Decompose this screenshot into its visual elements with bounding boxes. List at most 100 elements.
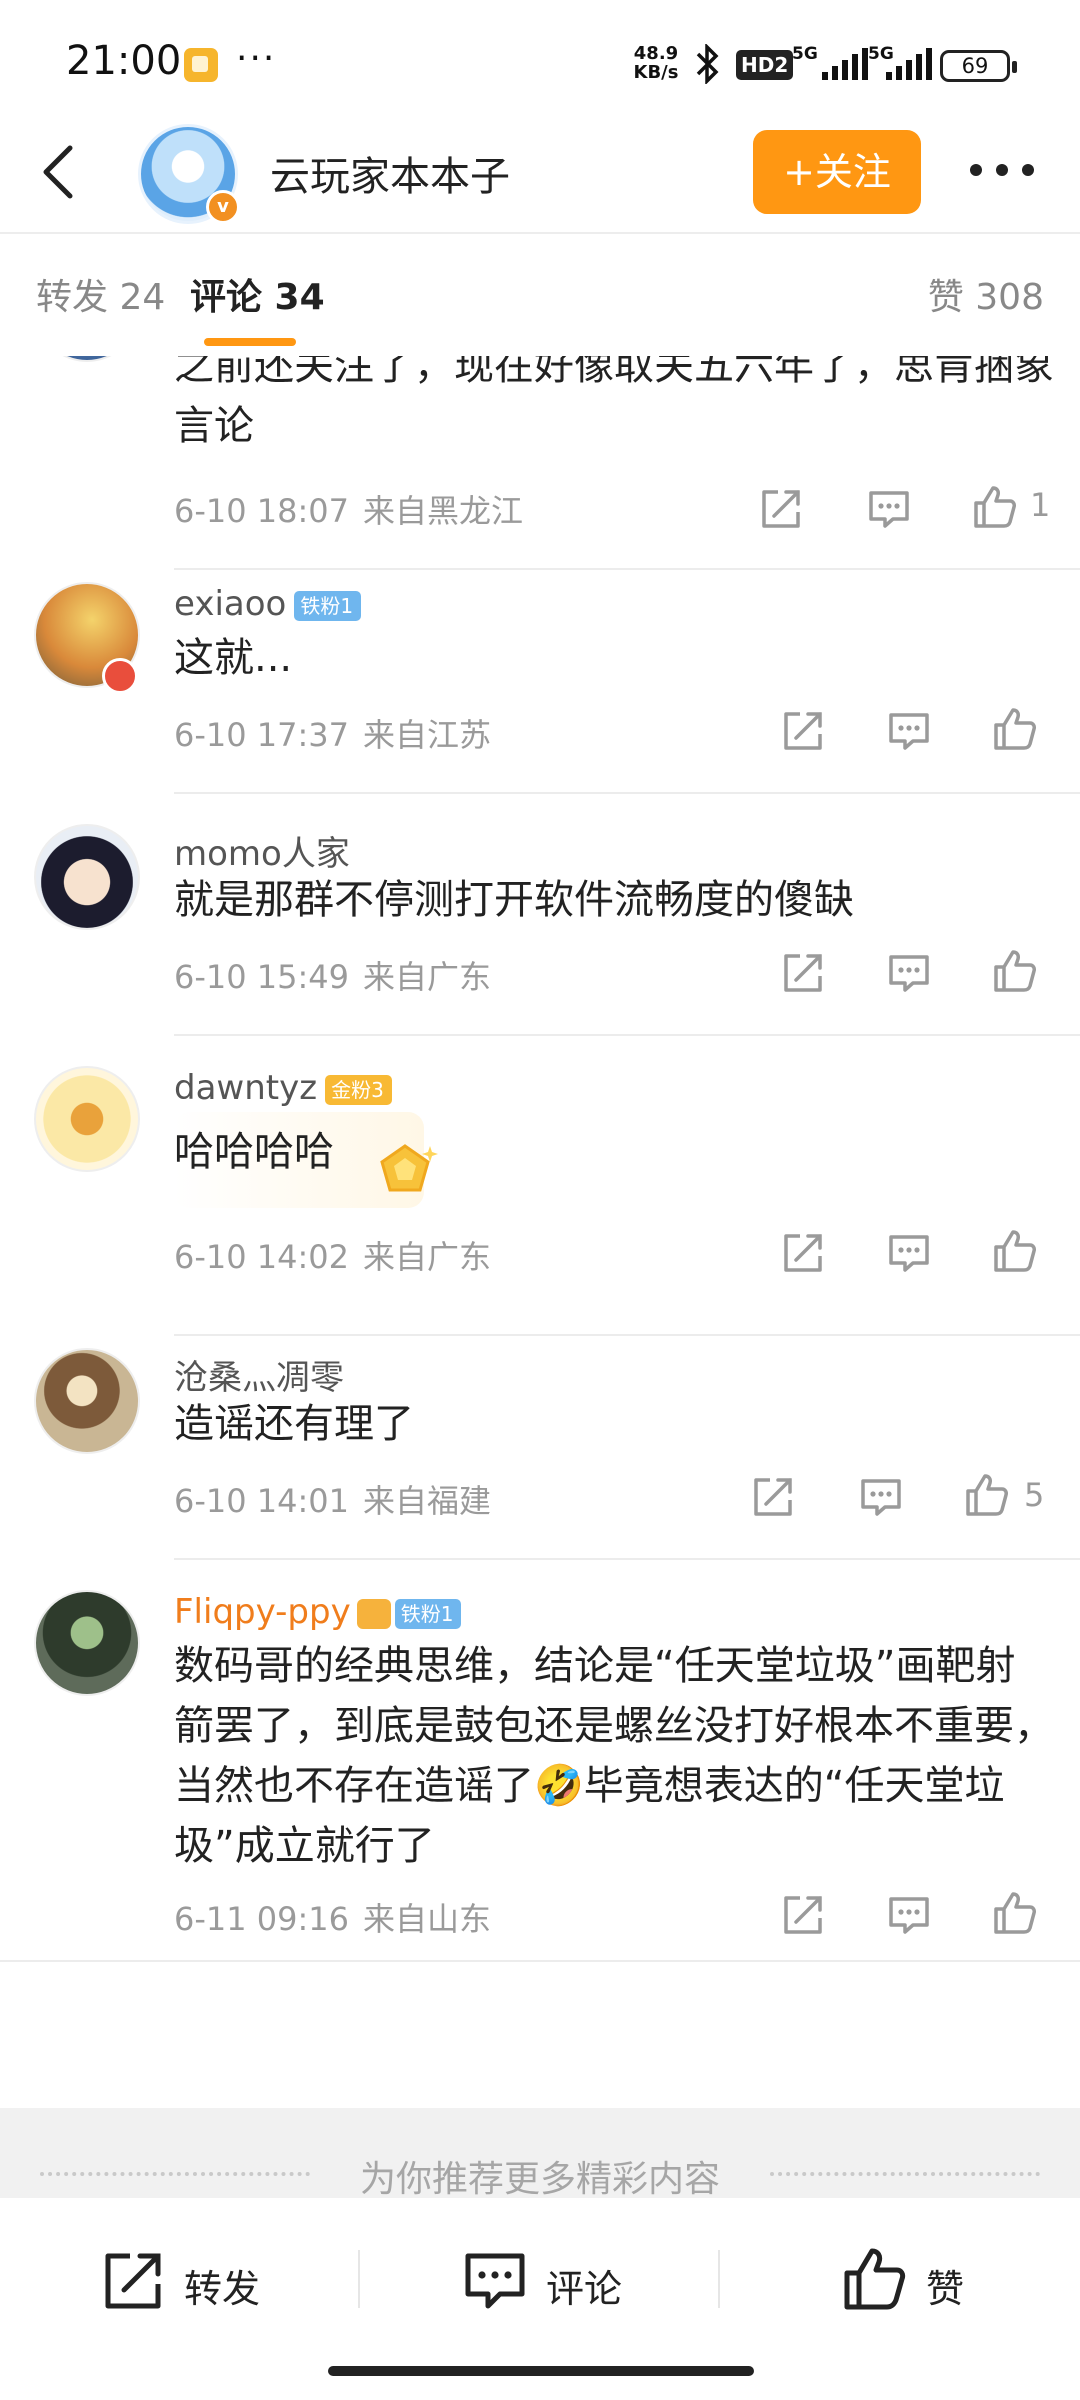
- share-icon[interactable]: [750, 1474, 796, 1520]
- recommend-section: 为你推荐更多精彩内容: [0, 2108, 1080, 2200]
- comment-icon: [465, 2253, 525, 2309]
- comment-divider: [174, 1034, 1080, 1036]
- comment-date: 6-10 18:07: [174, 492, 350, 530]
- comment-label: 评论: [546, 2267, 623, 2311]
- author-name[interactable]: 云玩家本本子: [270, 144, 510, 202]
- reply-icon[interactable]: [858, 1474, 904, 1520]
- comment-meta: 6-10 17:37 来自江苏: [174, 710, 491, 756]
- commenter-name[interactable]: Fliqpy-ppy 铁粉1: [174, 1592, 462, 1632]
- reply-icon[interactable]: [886, 950, 932, 996]
- commenter-name-text: 沧桑灬凋零: [174, 1358, 344, 1398]
- commenter-name[interactable]: momo人家: [174, 826, 350, 875]
- comment-location: 来自广东: [363, 958, 492, 996]
- reply-icon[interactable]: [886, 1892, 932, 1938]
- tab-bar: 转发 24 评论 34 赞 308: [0, 234, 1080, 356]
- comment-date: 6-10 14:02: [174, 1238, 350, 1276]
- commenter-avatar[interactable]: [34, 356, 140, 362]
- reply-icon[interactable]: [866, 486, 912, 532]
- like-icon[interactable]: [992, 706, 1038, 752]
- network-speed-unit: KB/s: [633, 62, 679, 83]
- like-icon[interactable]: [992, 1228, 1038, 1274]
- comment-location: 来自广东: [363, 1238, 492, 1276]
- fan-badge: 铁粉1: [294, 590, 362, 621]
- like-icon[interactable]: [964, 1472, 1010, 1518]
- reply-icon[interactable]: [886, 1230, 932, 1276]
- bottom-divider: [358, 2250, 360, 2308]
- commenter-avatar[interactable]: [34, 1590, 140, 1696]
- commenter-avatar[interactable]: [34, 1348, 140, 1454]
- bluetooth-icon: [696, 44, 719, 84]
- commenter-name[interactable]: dawntyz 金粉3: [174, 1068, 392, 1108]
- comment-divider: [174, 1558, 1080, 1560]
- share-icon[interactable]: [758, 486, 804, 532]
- commenter-name-text: dawntyz: [174, 1068, 318, 1108]
- battery-icon: 69: [940, 50, 1017, 82]
- share-icon[interactable]: [780, 1892, 826, 1938]
- active-tab-indicator: [204, 338, 296, 346]
- commenter-name-text: momo人家: [174, 834, 350, 874]
- like-icon[interactable]: [992, 948, 1038, 994]
- notification-icon: [184, 48, 218, 82]
- dotted-line-right: [770, 2172, 1040, 2176]
- commenter-name[interactable]: 沧桑灬凋零: [174, 1350, 344, 1399]
- share-icon[interactable]: [780, 708, 826, 754]
- comment-text: 造谣还有理了: [174, 1401, 414, 1447]
- crown-icon: [356, 1598, 391, 1629]
- tab-repost[interactable]: 转发 24: [36, 268, 165, 320]
- like-icon[interactable]: [972, 484, 1018, 530]
- like-label: 赞: [926, 2267, 965, 2311]
- repost-label: 转发: [184, 2267, 261, 2311]
- signal-5g-label: 5G: [792, 44, 818, 64]
- tab-like[interactable]: 赞 308: [928, 268, 1044, 320]
- comment-meta: 6-11 09:16 来自山东: [174, 1894, 491, 1940]
- fan-badge: 铁粉1: [394, 1598, 462, 1629]
- bottom-divider: [718, 2250, 720, 2308]
- commenter-avatar[interactable]: [34, 1066, 140, 1172]
- share-icon[interactable]: [780, 950, 826, 996]
- bottom-action-bar: 转发 评论 赞: [0, 2198, 1080, 2400]
- network-speed-value: 48.9: [633, 43, 679, 64]
- repost-icon: [105, 2253, 161, 2309]
- back-icon[interactable]: [34, 142, 84, 202]
- commenter-name[interactable]: exiaoo 铁粉1: [174, 584, 362, 624]
- more-icon[interactable]: [962, 150, 1042, 190]
- status-more-icon: ···: [236, 38, 277, 79]
- signal-icon: [822, 48, 868, 80]
- comment-divider: [174, 1334, 1080, 1336]
- recommend-text: 为你推荐更多精彩内容: [359, 2159, 720, 2200]
- comment-divider: [174, 568, 1080, 570]
- comment-location: 来自江苏: [363, 716, 492, 754]
- comment-text: 这就...: [174, 635, 293, 681]
- comment-button[interactable]: 评论: [462, 2248, 632, 2318]
- comment-date: 6-11 09:16: [174, 1900, 350, 1938]
- list-end-divider: [0, 1960, 1080, 1962]
- gold-medal-icon: [380, 1144, 438, 1192]
- like-icon[interactable]: [992, 1890, 1038, 1936]
- comment-text: 数码哥的经典思维，结论是“任天堂垃圾”画靶射箭罢了，到底是鼓包还是螺丝没打好根本…: [174, 1643, 1054, 1869]
- tab-comment[interactable]: 评论 34: [190, 268, 325, 320]
- comment-location: 来自黑龙江: [363, 492, 524, 530]
- comment-location: 来自福建: [363, 1482, 492, 1520]
- reply-icon[interactable]: [886, 708, 932, 754]
- commenter-name-text: exiaoo: [174, 584, 287, 624]
- like-icon: [844, 2248, 906, 2310]
- commenter-name-text: Fliqpy-ppy: [174, 1592, 351, 1632]
- comment-list: 之前还关注了，现在好像取关五六年了，思肯捆象言论 6-10 18:07 来自黑龙江…: [0, 356, 1080, 1956]
- comment-divider: [174, 792, 1080, 794]
- share-icon[interactable]: [780, 1230, 826, 1276]
- user-flag-icon: [102, 658, 138, 694]
- commenter-avatar[interactable]: [34, 824, 140, 930]
- like-button[interactable]: 赞: [842, 2248, 982, 2318]
- fan-badge: 金粉3: [325, 1074, 392, 1105]
- status-time: 21:00: [66, 38, 182, 84]
- comment-date: 6-10 14:01: [174, 1482, 350, 1520]
- like-count: 5: [1024, 1476, 1045, 1514]
- home-indicator[interactable]: [328, 2366, 754, 2376]
- comment-meta: 6-10 15:49 来自广东: [174, 952, 491, 998]
- comment-meta: 6-10 14:02 来自广东: [174, 1232, 491, 1278]
- follow-button[interactable]: +关注: [753, 130, 921, 214]
- repost-button[interactable]: 转发: [100, 2248, 270, 2318]
- comment-location: 来自山东: [363, 1900, 492, 1938]
- network-speed: 48.9 KB/s: [626, 44, 686, 82]
- status-bar: 21:00 ··· 48.9 KB/s HD2 5G 5G 69: [0, 0, 1080, 120]
